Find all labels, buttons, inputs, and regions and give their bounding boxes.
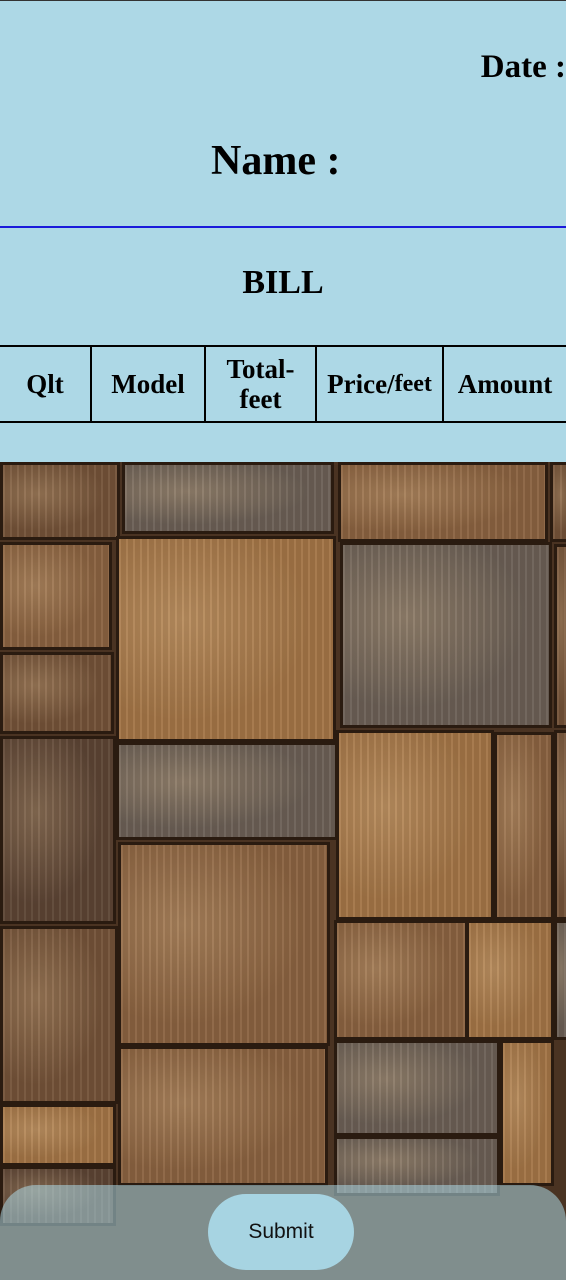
wood-block — [0, 1104, 116, 1166]
wood-block — [334, 920, 468, 1040]
name-label: Name : — [211, 138, 341, 184]
wood-block — [494, 732, 554, 920]
wood-block — [0, 736, 116, 924]
wood-block — [118, 1046, 328, 1186]
column-header-model: Model — [92, 347, 206, 421]
wood-block — [334, 1040, 500, 1136]
header-section: Date : Name : — [0, 0, 566, 228]
wood-block — [550, 462, 566, 542]
wood-block — [338, 462, 548, 542]
wood-block — [116, 742, 338, 840]
wood-block — [0, 926, 118, 1104]
wood-block — [336, 730, 494, 920]
submit-button[interactable]: Submit — [208, 1194, 354, 1270]
price-unit-label: feet — [394, 371, 432, 397]
wood-block — [554, 544, 566, 728]
wood-block — [466, 920, 554, 1040]
column-header-total-feet: Total-feet — [206, 347, 317, 421]
column-header-price-per-feet: Price/feet — [317, 347, 444, 421]
price-label: Price/ — [327, 369, 395, 399]
bill-table-header: Qlt Model Total-feet Price/feet Amount — [0, 345, 566, 423]
wood-block — [500, 1040, 554, 1186]
column-header-amount: Amount — [457, 369, 553, 399]
wood-block — [0, 462, 120, 540]
wood-block — [0, 542, 112, 650]
column-header-qlt: Qlt — [0, 347, 92, 421]
wood-block — [116, 536, 336, 742]
bill-title: BILL — [242, 264, 324, 301]
date-label: Date : — [480, 49, 566, 85]
wood-block — [122, 462, 334, 534]
wood-block — [0, 652, 114, 734]
wood-background-image — [0, 462, 566, 1280]
wood-block — [554, 730, 566, 920]
wood-block — [118, 842, 330, 1046]
wood-block — [554, 920, 566, 1040]
total-feet-label: Total-feet — [226, 354, 295, 414]
wood-block — [340, 542, 552, 728]
